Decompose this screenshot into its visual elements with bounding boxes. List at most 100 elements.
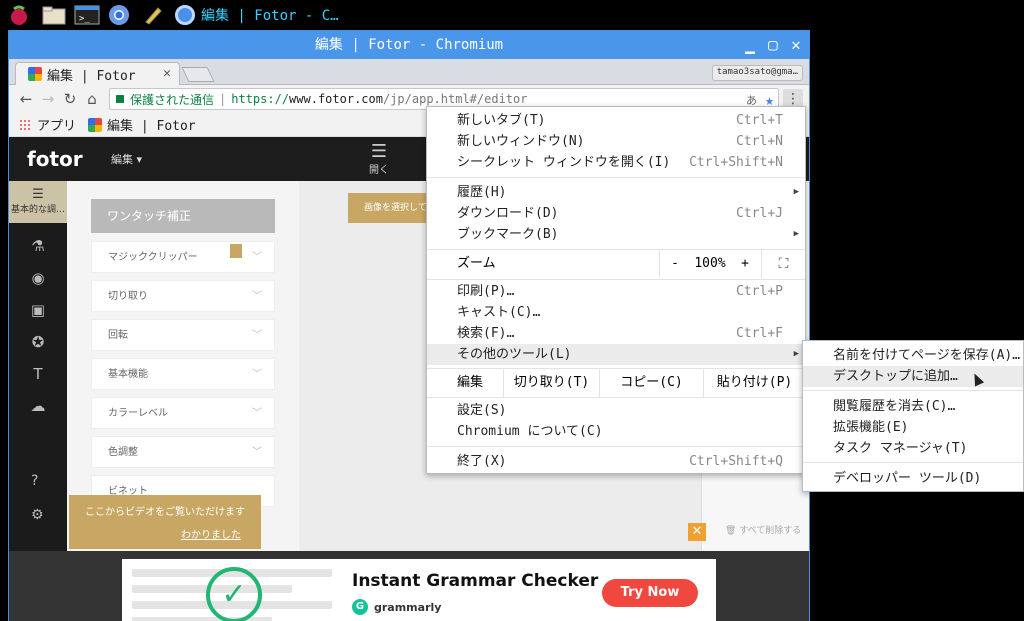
eye-icon[interactable]: ◉ (9, 269, 67, 287)
minimize-icon[interactable]: ▁ (743, 31, 757, 59)
menu-downloads[interactable]: ダウンロード(D) Ctrl+J (427, 203, 805, 224)
terminal-icon[interactable]: >_ (74, 4, 100, 26)
chromium-icon[interactable] (108, 4, 130, 26)
menu-edit-row: 編集 切り取り(T) コピー(C) 貼り付け(P) (427, 369, 805, 397)
help-icon[interactable]: ? (31, 473, 38, 489)
sticker-icon[interactable]: ✪ (9, 333, 67, 351)
menu-print[interactable]: 印刷(P)… Ctrl+P (427, 281, 805, 302)
pencil-icon[interactable] (142, 4, 164, 26)
edit-label: 編集 (457, 375, 484, 390)
panel-section[interactable]: カラーレベル ﹀ (91, 397, 275, 429)
menu-separator (803, 462, 1023, 463)
video-tip-popup: ここからビデオをご覧いただけます わかりました (69, 495, 261, 549)
secure-label: 保護された通信 (130, 92, 215, 107)
flask-icon[interactable]: ⚗ (9, 237, 67, 255)
submenu-task-manager[interactable]: タスク マネージャ(T) (803, 438, 1023, 459)
menu-exit[interactable]: 終了(X) Ctrl+Shift+Q (427, 451, 805, 472)
panel-section[interactable]: 回転 ﹀ (91, 319, 275, 351)
menu-incognito[interactable]: シークレット ウィンドウを開く(I) Ctrl+Shift+N (427, 152, 805, 173)
forward-icon[interactable]: → (37, 90, 59, 108)
one-touch-button[interactable]: ワンタッチ補正 (91, 199, 275, 233)
window-titlebar[interactable]: 編集 | Fotor - Chromium ▁ ▢ ✕ (9, 31, 809, 59)
taskbar-active-window[interactable]: 編集 | Fotor - C… (175, 3, 339, 27)
menu-more-tools[interactable]: その他のツール(L) ▶ (427, 344, 805, 365)
cloud-upload-icon[interactable]: ☁ (9, 397, 67, 415)
submenu-developer-tools[interactable]: デベロッパー ツール(D) (803, 468, 1023, 489)
fotor-logo[interactable]: fotor (27, 147, 83, 171)
close-icon[interactable]: ✕ (789, 31, 803, 59)
zoom-label: ズーム (457, 256, 496, 271)
video-tip-dismiss-link[interactable]: わかりました (181, 526, 241, 541)
fullscreen-icon[interactable]: ⛶ (761, 250, 805, 278)
menu-separator (427, 177, 805, 178)
cut-button[interactable]: 切り取り(T) (503, 369, 599, 397)
reload-icon[interactable]: ↻ (59, 90, 81, 108)
panel-section[interactable]: 基本機能 ﹀ (91, 358, 275, 390)
menu-new-tab[interactable]: 新しいタブ(T) Ctrl+T (427, 110, 805, 131)
ad-brand: G grammarly (352, 599, 441, 615)
menu-bookmarks[interactable]: ブックマーク(B) ▶ (427, 224, 805, 245)
submenu-arrow-icon: ▶ (793, 187, 799, 197)
menu-separator (803, 390, 1023, 391)
maximize-icon[interactable]: ▢ (766, 31, 780, 59)
tab-strip: 編集 | Fotor ✕ tamao3sato@gma… (9, 59, 809, 85)
submenu-arrow-icon: ▶ (793, 349, 799, 359)
omnibox-separator: | (219, 92, 227, 106)
menu-about[interactable]: Chromium について(C) (427, 421, 805, 442)
submenu-clear-browsing-data[interactable]: 閲覧履歴を消去(C)… (803, 396, 1023, 417)
delete-all-button[interactable]: 🗑 すべて削除する (725, 523, 801, 536)
open-image-tooltip: 画像を選択して (348, 193, 438, 223)
settings-gear-icon[interactable]: ⚙ (31, 507, 44, 523)
submenu-arrow-icon: ▶ (793, 229, 799, 239)
back-icon[interactable]: ← (15, 90, 37, 108)
panel-section[interactable]: マジッククリッパー ﹀ (91, 241, 275, 273)
folder-icon[interactable] (42, 4, 66, 26)
sliders-icon: ☰ (32, 187, 44, 202)
text-icon[interactable]: T (9, 365, 67, 383)
panel-section[interactable]: 色調整 ﹀ (91, 436, 275, 468)
profile-button[interactable]: tamao3sato@gma… (711, 65, 803, 81)
raspberry-icon[interactable] (8, 4, 30, 26)
bookmark-fotor[interactable]: 編集 | Fotor (88, 115, 196, 134)
fotor-favicon-icon (88, 117, 103, 132)
checkmark-icon: ✓ (206, 567, 262, 621)
sidebar-basic-adjust[interactable]: ☰ 基本的な調… (9, 181, 67, 223)
tab-fotor[interactable]: 編集 | Fotor ✕ (15, 62, 180, 85)
zoom-in-button[interactable]: + (730, 250, 760, 278)
copy-button[interactable]: コピー(C) (599, 369, 703, 397)
home-icon[interactable]: ⌂ (81, 90, 103, 108)
chevron-down-icon: ﹀ (252, 447, 262, 458)
tab-close-icon[interactable]: ✕ (163, 66, 171, 81)
submenu-extensions[interactable]: 拡張機能(E) (803, 417, 1023, 438)
fotor-edit-menu[interactable]: 編集 ▾ (111, 151, 142, 167)
fotor-open-button[interactable]: ☰ 開く (369, 143, 389, 177)
menu-separator (427, 397, 805, 398)
zoom-out-button[interactable]: - (660, 250, 690, 278)
grammarly-ad[interactable]: ✓ Instant Grammar Checker G grammarly Tr… (122, 559, 716, 621)
menu-cast[interactable]: キャスト(C)… (427, 302, 805, 323)
panel-section[interactable]: 切り取り ﹀ (91, 280, 275, 312)
try-now-button[interactable]: Try Now (602, 579, 698, 607)
submenu-add-to-desktop[interactable]: デスクトップに追加… (803, 366, 1023, 387)
bookmark-apps[interactable]: アプリ (19, 115, 76, 134)
chrome-main-menu: 新しいタブ(T) Ctrl+T 新しいウィンドウ(N) Ctrl+N シークレット … (426, 106, 806, 474)
menu-history[interactable]: 履歴(H) ▶ (427, 182, 805, 203)
ad-bar: ✓ Instant Grammar Checker G grammarly Tr… (9, 551, 809, 621)
menu-find[interactable]: 検索(F)… Ctrl+F (427, 323, 805, 344)
menu-new-window[interactable]: 新しいウィンドウ(N) Ctrl+N (427, 131, 805, 152)
url-host: www.fotor.com (289, 92, 383, 106)
ad-close-button[interactable]: ✕ (688, 523, 706, 541)
chevron-down-icon: ﹀ (252, 408, 262, 419)
submenu-save-page[interactable]: 名前を付けてページを保存(A)… (803, 345, 1023, 366)
url-path: /jp/app.html#/editor (382, 92, 528, 106)
frame-icon[interactable]: ▣ (9, 301, 67, 319)
paste-button[interactable]: 貼り付け(P) (703, 369, 805, 397)
svg-text:>_: >_ (79, 14, 90, 24)
trash-icon: 🗑 (725, 526, 740, 536)
tab-title: 編集 | Fotor (47, 68, 136, 84)
new-tab-button[interactable] (181, 67, 215, 82)
fotor-sidebar: ☰ 基本的な調… ⚗ ◉ ▣ ✪ T ☁ ? ⚙ (9, 181, 67, 551)
menu-settings[interactable]: 設定(S) (427, 400, 805, 421)
grammarly-logo-icon: G (352, 599, 368, 615)
menu-separator (427, 446, 805, 447)
